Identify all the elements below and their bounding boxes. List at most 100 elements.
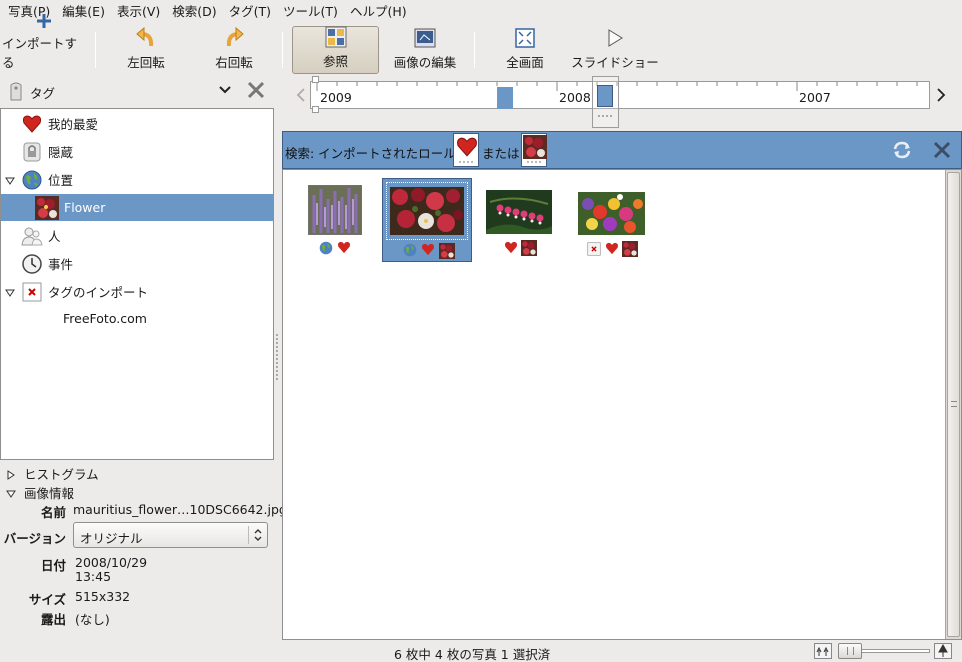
edit-image-button[interactable]: 画像の編集 [385,26,465,74]
handle-grip [598,115,612,119]
zoom-slider-thumb[interactable] [838,643,862,659]
status-bar: 6 枚中 4 枚の写真 1 選択済 [0,640,962,662]
scrollbar-thumb[interactable] [947,172,960,637]
photo-grid [282,169,962,640]
missing-image-icon [587,242,601,256]
collapse-arrow-icon[interactable] [5,175,15,185]
timeline-selected-bar [597,85,613,107]
fullscreen-button[interactable]: 全画面 [492,26,558,74]
timeline-prev-icon[interactable] [296,87,306,106]
tree-item-label: 事件 [48,257,74,272]
size-label: サイズ [28,592,66,607]
zoom-in-icon[interactable] [934,643,952,659]
tree-item-people[interactable]: 人 [1,222,273,249]
toolbar: インポートする 左回転 右回転 参照 画像の編集 全画面 スライドショー [0,14,962,76]
tree-item-label: FreeFoto.com [63,311,147,326]
menu-help[interactable]: ヘルプ(H) [344,1,413,23]
tree-item-label: タグのインポート [48,285,149,300]
collapse-arrow-icon [6,490,16,498]
search-bar: 検索: インポートされたロール または [282,131,962,169]
search-or: または [482,146,520,161]
tree-item-location[interactable]: 位置 [1,166,273,193]
rotate-right-icon [222,26,246,49]
timeline-left-handle-top[interactable] [312,76,319,83]
photo-thumbnail[interactable] [486,190,552,234]
heart-icon [21,113,43,135]
people-icon [21,225,43,247]
term-grip [527,161,541,164]
rotate-left-button[interactable]: 左回転 [110,26,182,74]
rotate-right-button[interactable]: 右回転 [198,26,270,74]
timeline-year: 2008 [559,90,591,105]
close-tag-pane-icon[interactable] [246,80,266,103]
vertical-scrollbar[interactable] [945,170,961,639]
refresh-icon[interactable] [891,139,913,164]
flower-tag-icon [521,240,537,256]
browse-label: 参照 [322,54,348,69]
tree-item-import-tags[interactable]: タグのインポート [1,278,273,305]
timeline-ticks [316,82,918,91]
zoom-out-icon[interactable] [814,643,832,659]
rotate-right-label: 右回転 [215,55,253,70]
photo-thumbnail[interactable] [578,192,645,235]
heart-icon [504,241,518,255]
menu-tools[interactable]: ツール(T) [277,1,344,23]
timeline-year: 2007 [799,90,831,105]
browse-icon [324,26,348,48]
tree-item-label: 隠蔵 [48,145,74,160]
pane-splitter[interactable] [276,334,280,380]
search-term-flower[interactable] [521,133,547,167]
play-icon [603,26,627,49]
tree-item-events[interactable]: 事件 [1,250,273,277]
search-term-favorites[interactable] [453,133,479,167]
photo-thumbnail-selected[interactable] [382,178,472,262]
exposure-label: 露出 [40,612,66,627]
size-value: 515x332 [75,589,131,604]
fullscreen-icon [513,26,537,49]
menu-find[interactable]: 検索(D) [166,1,222,23]
timeline-left-handle-bottom[interactable] [312,106,319,113]
lock-icon [21,141,43,163]
import-label: インポートする [2,36,78,70]
tag-tree: 我的最愛 隠蔵 位置 Flower 人 事件 タグのインポート FreeFoto… [0,108,274,460]
tree-item-favorites[interactable]: 我的最愛 [1,110,273,137]
tree-item-hidden[interactable]: 隠蔵 [1,138,273,165]
heart-icon [421,243,435,257]
slideshow-button[interactable]: スライドショー [570,26,660,74]
timeline-next-icon[interactable] [936,87,946,106]
timeline-track[interactable]: 2009 2008 2007 [310,81,930,109]
slideshow-label: スライドショー [571,55,659,70]
version-dropdown[interactable]: オリジナル [73,522,268,548]
timeline-bar-2008 [497,87,513,109]
globe-icon [319,241,333,255]
close-search-icon[interactable] [933,141,951,162]
histogram-expander[interactable]: ヒストグラム [6,464,99,483]
red-flowers-photo [390,187,464,235]
time-value: 13:45 [75,569,112,584]
edit-image-label: 画像の編集 [393,55,457,70]
tag-selector: タグ [0,78,276,104]
image-info-expander[interactable]: 画像情報 [6,483,74,502]
import-button[interactable]: インポートする [2,14,86,74]
histogram-label: ヒストグラム [23,467,99,482]
menu-view[interactable]: 表示(V) [111,1,166,23]
browse-button[interactable]: 参照 [292,26,379,74]
menu-tags[interactable]: タグ(T) [223,1,277,23]
rotate-left-label: 左回転 [127,55,165,70]
timeline-year: 2009 [320,90,352,105]
heart-icon [457,137,477,157]
tag-dropdown-arrow[interactable] [218,81,232,100]
menu-edit[interactable]: 編集(E) [56,1,111,23]
collapse-arrow-icon[interactable] [5,287,15,297]
missing-image-icon [21,281,43,303]
tree-item-flower[interactable]: Flower [1,194,273,221]
search-prefix: 検索: インポートされたロール [285,146,456,161]
tag-icon [8,81,24,104]
clock-icon [21,253,43,275]
timeline-range-handle[interactable] [592,76,619,128]
tree-item-freefoto[interactable]: FreeFoto.com [1,305,273,332]
photo-thumbnail[interactable] [307,184,363,236]
exposure-value: (なし) [75,612,110,627]
globe-icon [21,169,43,191]
fullscreen-label: 全画面 [506,55,544,70]
